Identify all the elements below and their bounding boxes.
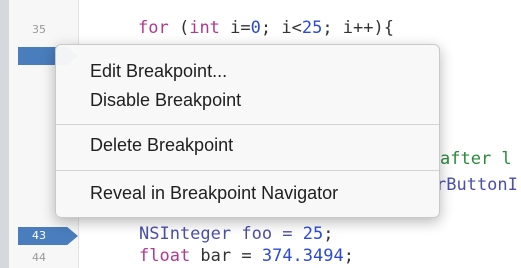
- line-number-35: 35: [32, 23, 46, 36]
- menu-item-reveal-in-navigator[interactable]: Reveal in Breakpoint Navigator: [90, 183, 431, 204]
- line-number-43: 43: [32, 229, 46, 242]
- code-text: ; i++){: [322, 18, 394, 38]
- code-text: ;: [343, 246, 354, 266]
- number-literal: 25: [301, 18, 323, 38]
- number-literal: 0: [250, 18, 261, 38]
- line-number-44: 44: [32, 251, 46, 264]
- number-literal: 25: [302, 224, 324, 244]
- code-line-43[interactable]: NSInteger foo = 25;: [139, 224, 334, 244]
- code-text: (: [168, 18, 190, 38]
- code-text: ; i<: [260, 18, 302, 38]
- code-identifier-fragment: rButtonI: [436, 175, 518, 195]
- breakpoint-context-menu: Edit Breakpoint... Disable Breakpoint De…: [55, 44, 440, 218]
- menu-item-edit-breakpoint[interactable]: Edit Breakpoint...: [90, 61, 431, 82]
- menu-item-disable-breakpoint[interactable]: Disable Breakpoint: [90, 90, 431, 111]
- breakpoint-marker-43[interactable]: 43: [18, 227, 78, 245]
- menu-separator: [56, 170, 439, 171]
- menu-item-delete-breakpoint[interactable]: Delete Breakpoint: [90, 135, 431, 156]
- number-literal: 374.3494: [261, 246, 344, 266]
- gutter-edge: [0, 0, 9, 268]
- code-line-35[interactable]: for (int i=0; i<25; i++){: [138, 18, 394, 38]
- code-identifier: NSInteger foo =: [139, 224, 303, 244]
- menu-separator: [56, 124, 439, 125]
- code-comment-fragment: after l: [440, 149, 512, 169]
- keyword-int: int: [189, 18, 220, 38]
- code-text: i=: [219, 18, 251, 38]
- code-text: bar =: [190, 246, 262, 266]
- keyword-float: float: [139, 246, 191, 266]
- keyword-for: for: [138, 18, 169, 38]
- code-text: ;: [323, 224, 334, 244]
- code-line-44[interactable]: float bar = 374.3494;: [139, 246, 354, 266]
